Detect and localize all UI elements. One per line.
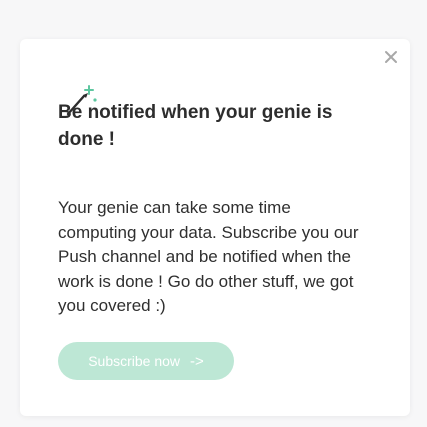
- subscribe-button-label: Subscribe now: [88, 353, 181, 369]
- close-button[interactable]: [378, 44, 404, 70]
- close-icon: [385, 51, 397, 63]
- dialog-body: Your genie can take some time computing …: [58, 198, 359, 315]
- dialog-title: Be notified when your genie is done !: [58, 102, 333, 150]
- subscribe-button[interactable]: Subscribe now ->: [58, 342, 234, 380]
- arrow-right-icon: ->: [190, 352, 204, 370]
